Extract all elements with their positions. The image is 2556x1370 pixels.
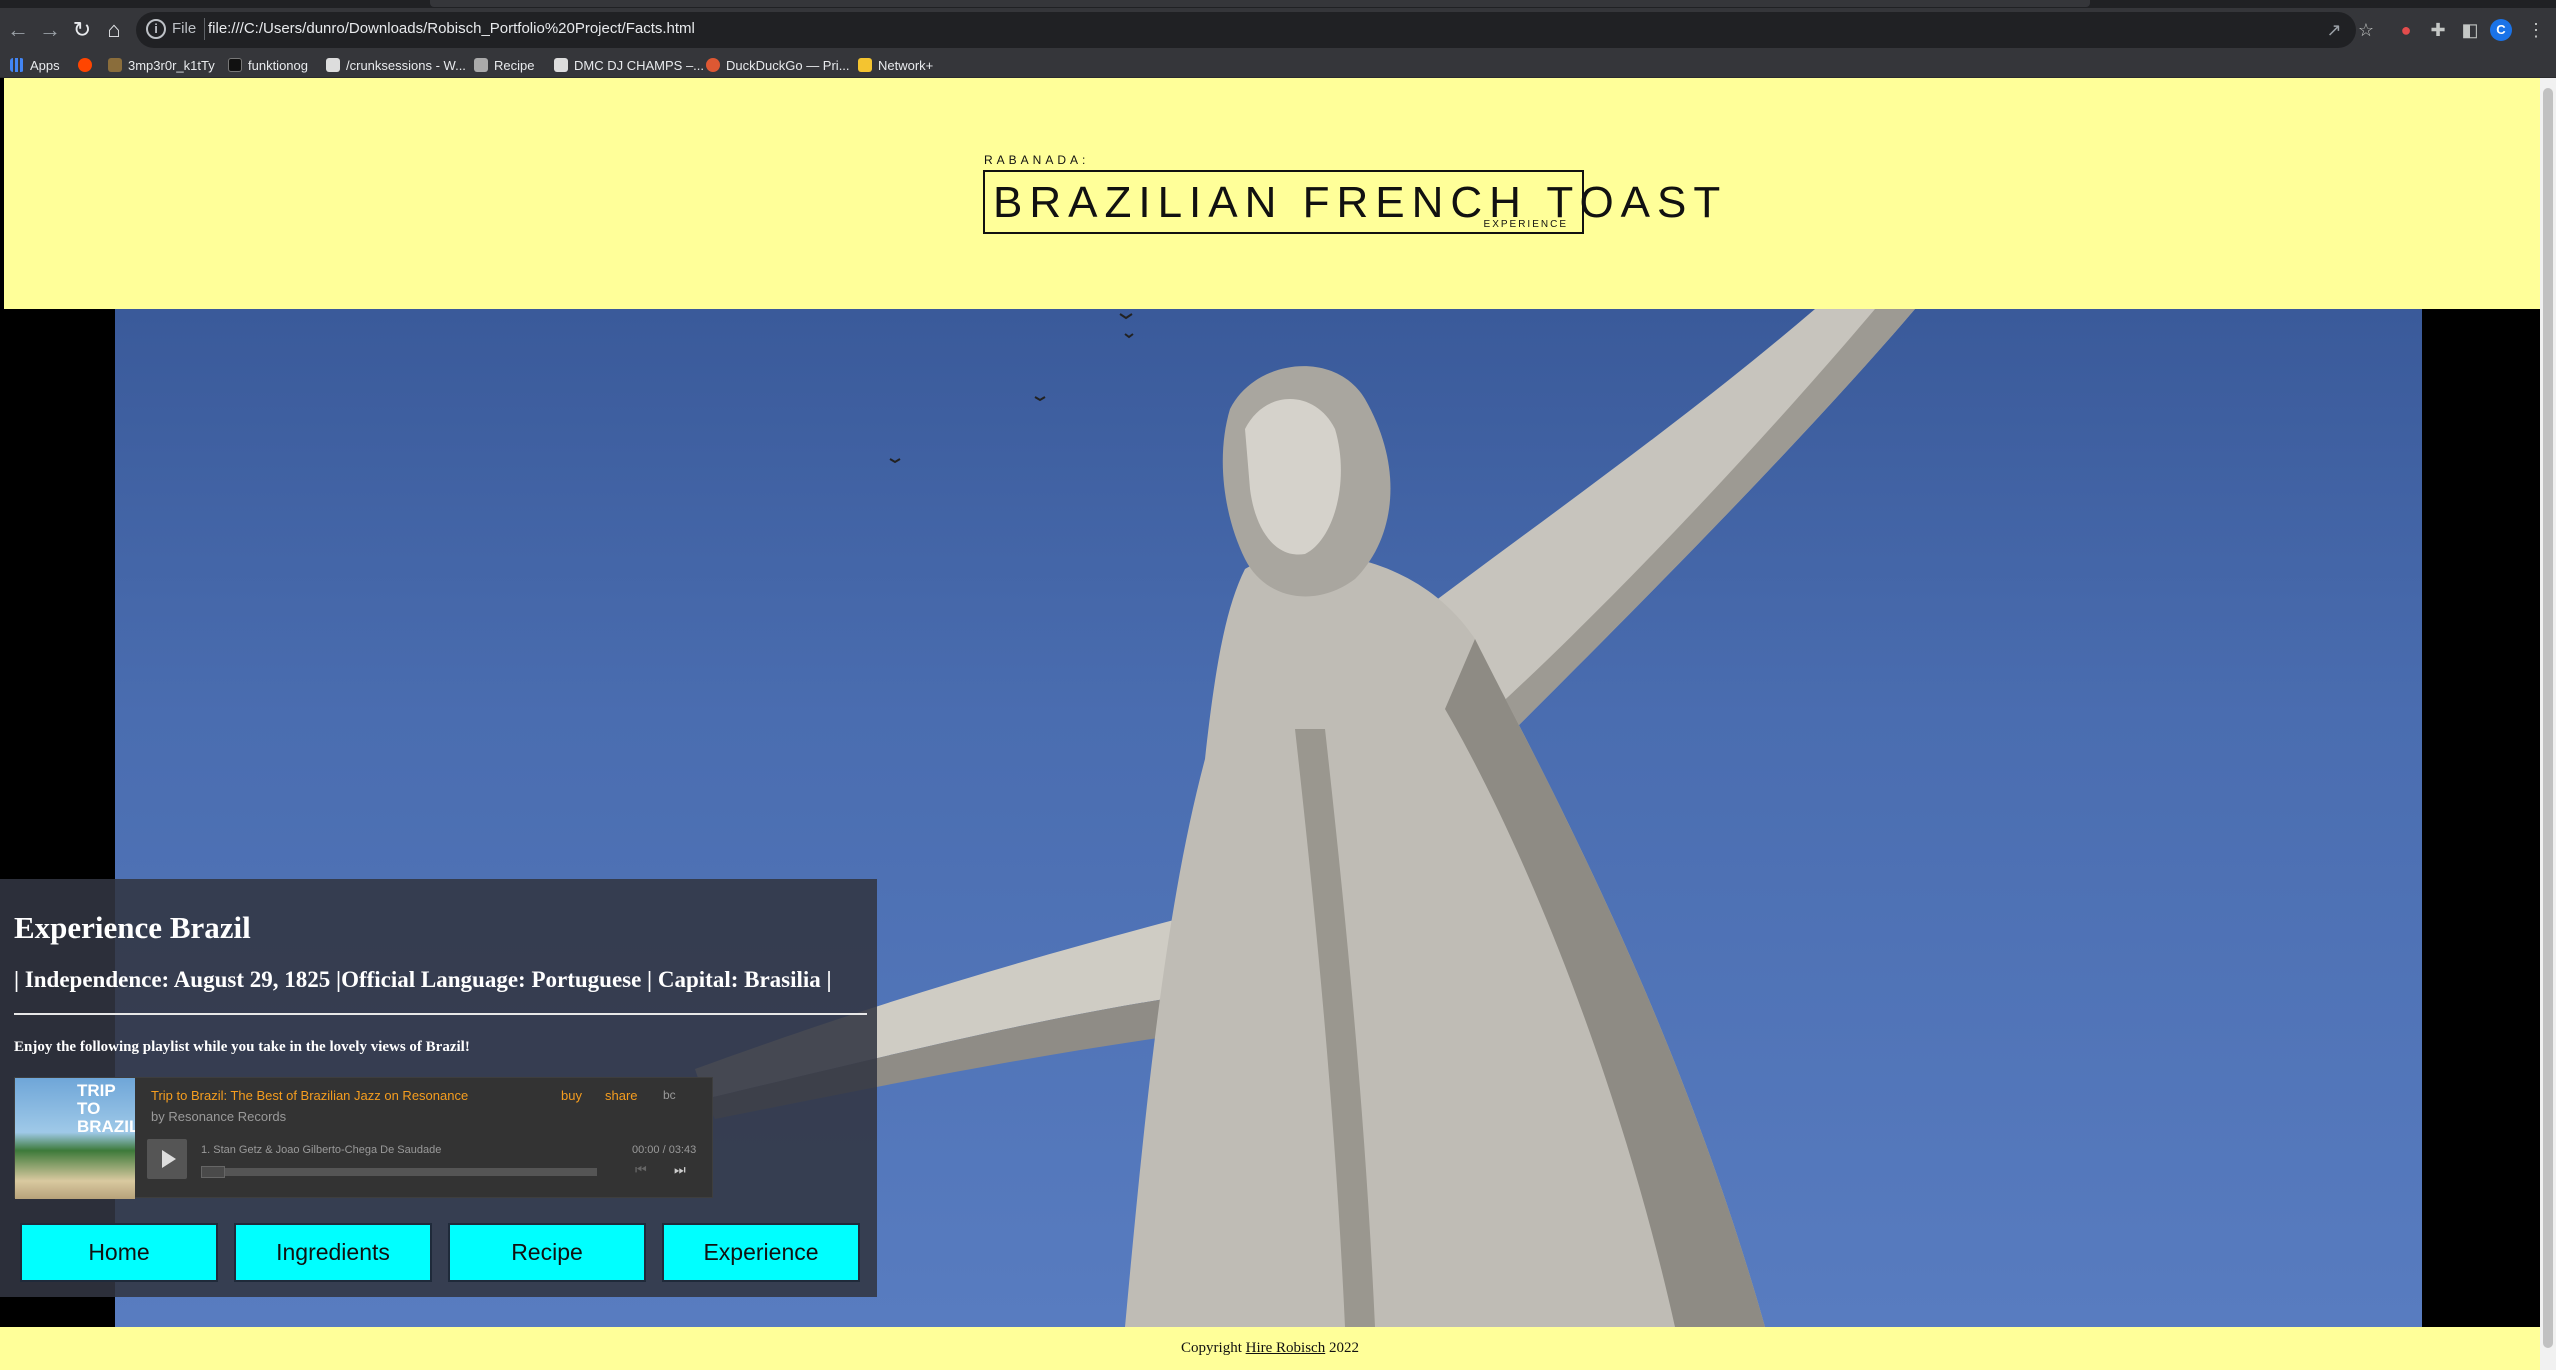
bookmark-favicon (108, 58, 122, 72)
page-scrollbar-thumb[interactable] (2543, 88, 2553, 1348)
site-logo: BRAZILIAN FRENCH TOAST EXPERIENCE (983, 170, 1720, 234)
reddit-icon (78, 58, 92, 72)
progress-bar[interactable] (201, 1168, 597, 1176)
browser-toolbar: ← → ↻ ⌂ i File file:///C:/Users/dunro/Do… (0, 8, 2556, 52)
bookmark-funktionog[interactable]: funktionog (228, 55, 308, 75)
extensions-puzzle-icon[interactable]: ✚ (2424, 16, 2452, 44)
buy-link[interactable]: buy (561, 1088, 582, 1103)
country-facts: | Independence: August 29, 1825 |Officia… (14, 967, 832, 992)
bookmark-network-plus[interactable]: Network+ (858, 55, 933, 75)
nav-home-button[interactable]: Home (20, 1223, 218, 1282)
track-time: 00:00 / 03:43 (632, 1144, 697, 1156)
bookmark-reddit[interactable] (78, 55, 92, 75)
bookmark-apps[interactable]: Apps (10, 55, 60, 75)
share-link[interactable]: share (605, 1088, 638, 1103)
bookmark-label: funktionog (248, 57, 308, 73)
header-banner: RABANADA: BRAZILIAN FRENCH TOAST EXPERIE… (4, 78, 2540, 309)
forward-icon[interactable]: → (34, 14, 66, 46)
play-button[interactable] (147, 1139, 187, 1179)
info-overlay-panel: Experience Brazil | Independence: August… (0, 879, 877, 1297)
bandcamp-logo[interactable]: bc (663, 1088, 676, 1102)
bookmark-favicon (474, 58, 488, 72)
progress-handle[interactable] (201, 1166, 225, 1178)
bookmark-duckduckgo[interactable]: DuckDuckGo — Pri... (706, 55, 850, 75)
playlist-note: Enjoy the following playlist while you t… (14, 1039, 470, 1055)
bandcamp-player: TRIP TO BRAZIL Trip to Brazil: The Best … (14, 1077, 713, 1199)
album-cover-text: TRIP TO BRAZIL (77, 1081, 135, 1136)
next-track-icon[interactable]: ⏭ (674, 1162, 686, 1178)
site-info-icon[interactable]: i (146, 19, 166, 39)
page-footer: Copyright Hire Robisch 2022 (0, 1327, 2540, 1370)
nav-ingredients-button[interactable]: Ingredients (234, 1223, 432, 1282)
logo-title: BRAZILIAN FRENCH TOAST (993, 178, 1728, 227)
bookmark-label: DMC DJ CHAMPS –... (574, 57, 705, 73)
current-track: 1. Stan Getz & Joao Gilberto-Chega De Sa… (201, 1144, 442, 1156)
bookmark-favicon (554, 58, 568, 72)
album-artist-link[interactable]: by Resonance Records (151, 1109, 286, 1124)
bookmark-label: DuckDuckGo — Pri... (726, 57, 850, 73)
album-title-link[interactable]: Trip to Brazil: The Best of Brazilian Ja… (151, 1088, 468, 1103)
bookmark-star-icon[interactable]: ☆ (2352, 16, 2380, 44)
back-icon[interactable]: ← (2, 14, 34, 46)
address-separator (204, 18, 205, 40)
tab-strip (0, 0, 2556, 8)
section-title: Experience Brazil (14, 910, 251, 945)
address-url[interactable]: file:///C:/Users/dunro/Downloads/Robisch… (208, 20, 695, 37)
bookmark-label: Network+ (878, 57, 934, 73)
bookmark-dmc[interactable]: DMC DJ CHAMPS –... (554, 55, 704, 75)
home-icon[interactable]: ⌂ (98, 14, 130, 46)
logo-subtitle: EXPERIENCE (1483, 219, 1568, 230)
page-viewport: RABANADA: BRAZILIAN FRENCH TOAST EXPERIE… (0, 78, 2556, 1370)
folder-icon (858, 58, 872, 72)
previous-track-icon[interactable]: ⏮ (635, 1162, 647, 1178)
copyright-prefix: Copyright (1181, 1340, 1246, 1356)
share-icon[interactable]: ↗ (2320, 16, 2348, 44)
side-panel-icon[interactable]: ◧ (2456, 16, 2484, 44)
bookmark-crunksessions[interactable]: /crunksessions - W... (326, 55, 466, 75)
copyright-year: 2022 (1325, 1340, 1359, 1356)
address-scheme-label: File (172, 20, 197, 37)
bookmarks-bar: Apps 3mp3r0r_k1tTy funktionog /crunksess… (0, 52, 2556, 78)
hire-robisch-link[interactable]: Hire Robisch (1246, 1340, 1326, 1356)
bookmark-label: /crunksessions - W... (346, 57, 466, 73)
menu-icon[interactable]: ⋮ (2522, 16, 2550, 44)
divider (14, 1013, 867, 1015)
bookmark-label: Recipe (494, 57, 535, 73)
nav-experience-button[interactable]: Experience (662, 1223, 860, 1282)
active-tab[interactable] (430, 0, 2090, 7)
duckduckgo-icon (706, 58, 720, 72)
bookmark-recipe[interactable]: Recipe (474, 55, 534, 75)
nav-recipe-button[interactable]: Recipe (448, 1223, 646, 1282)
address-bar[interactable]: i File file:///C:/Users/dunro/Downloads/… (136, 12, 2356, 48)
bookmark-favicon (228, 58, 242, 72)
reload-icon[interactable]: ↻ (66, 14, 98, 46)
wikipedia-icon (326, 58, 340, 72)
bookmark-label: 3mp3r0r_k1tTy (128, 57, 215, 73)
bookmark-label: Apps (30, 57, 60, 73)
extension-icon[interactable]: ● (2392, 16, 2420, 44)
apps-grid-icon (10, 58, 24, 72)
profile-avatar[interactable]: C (2490, 19, 2512, 41)
album-cover[interactable]: TRIP TO BRAZIL (15, 1078, 135, 1199)
bookmark-3mp3r0r[interactable]: 3mp3r0r_k1tTy (108, 55, 215, 75)
logo-kicker: RABANADA: (984, 153, 1090, 167)
